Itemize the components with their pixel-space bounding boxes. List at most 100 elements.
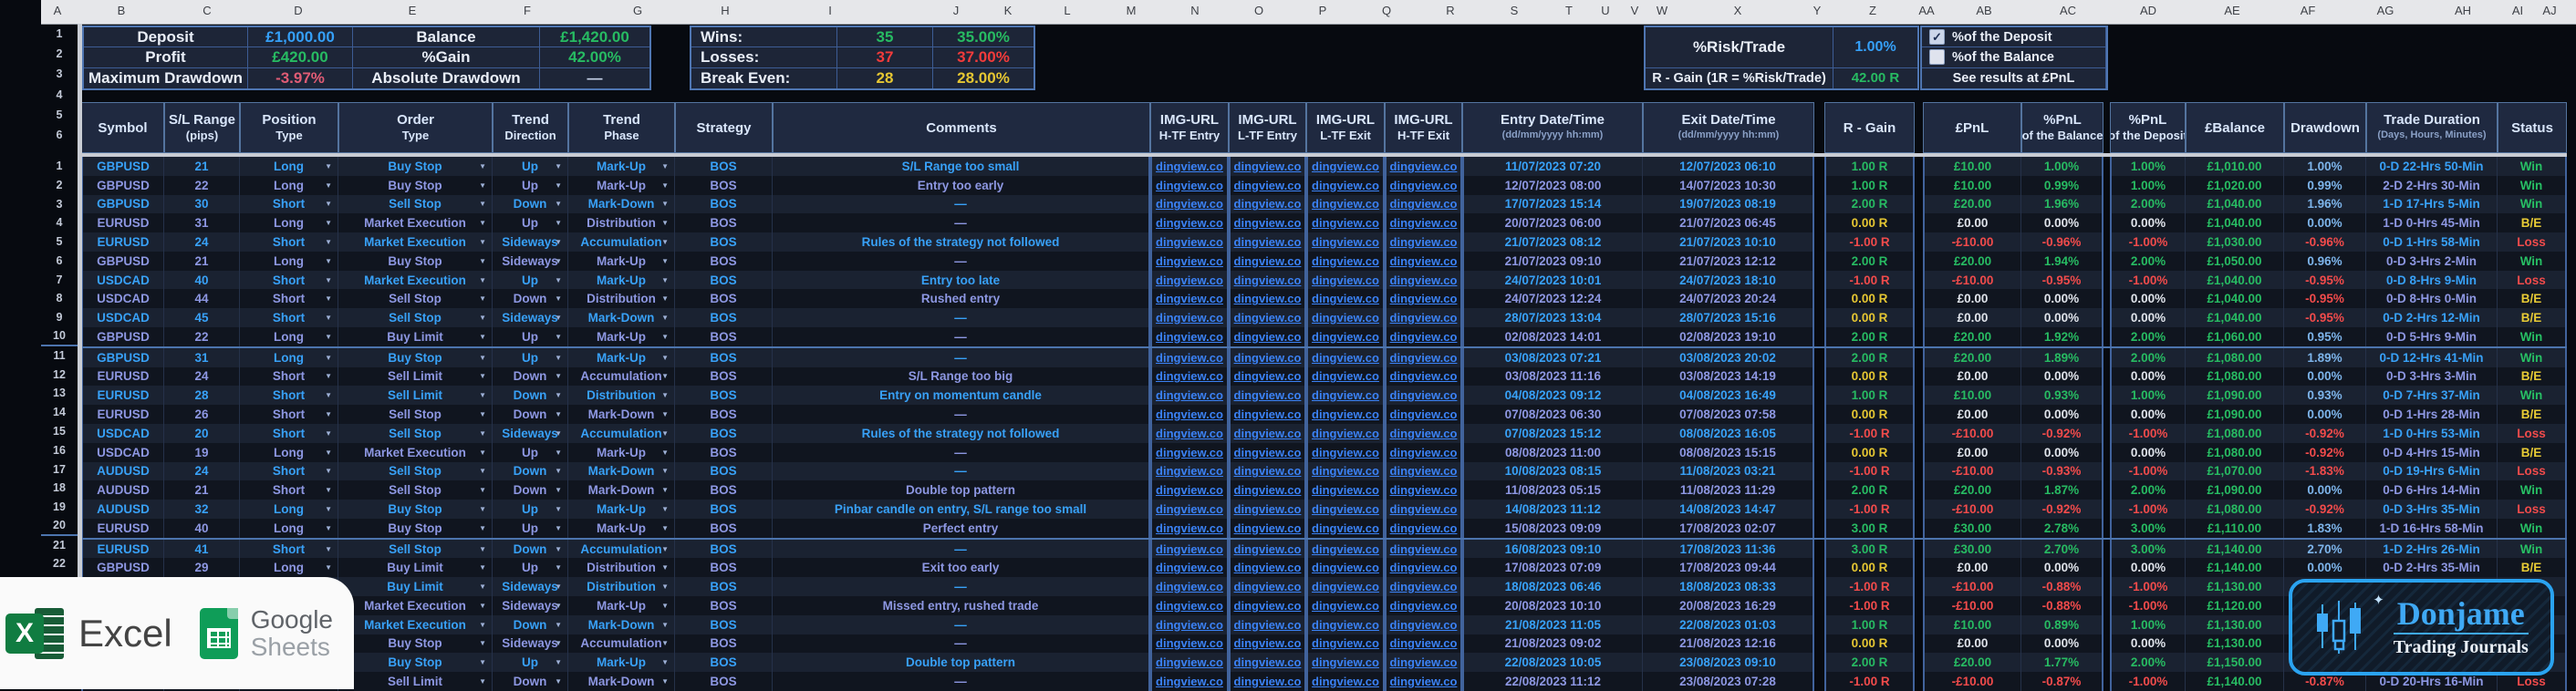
cell-img-url-ltf-exit[interactable]: dingview.co bbox=[1306, 480, 1385, 500]
image-link[interactable]: dingview.co bbox=[1156, 160, 1223, 173]
cell-trend-direction[interactable]: Down ▼ bbox=[493, 461, 568, 481]
cell-img-url-htf-exit[interactable]: dingview.co bbox=[1385, 327, 1462, 346]
image-link[interactable]: dingview.co bbox=[1234, 254, 1302, 268]
dropdown-arrow-icon[interactable]: ▼ bbox=[555, 639, 562, 647]
image-link[interactable]: dingview.co bbox=[1234, 483, 1302, 497]
cell-img-url-htf-exit[interactable]: dingview.co bbox=[1385, 614, 1462, 634]
image-link[interactable]: dingview.co bbox=[1156, 427, 1223, 440]
cell-img-url-htf-entry[interactable]: dingview.co bbox=[1150, 614, 1229, 634]
image-link[interactable]: dingview.co bbox=[1312, 351, 1379, 365]
cell-trend-phase[interactable]: Mark-Up ▼ bbox=[568, 270, 675, 290]
cell-trend-phase[interactable]: Distribution ▼ bbox=[568, 289, 675, 309]
cell-trend-phase[interactable]: Mark-Up ▼ bbox=[568, 157, 675, 176]
cell-trend-direction[interactable]: Up ▼ bbox=[493, 175, 568, 195]
cell-img-url-htf-entry[interactable]: dingview.co bbox=[1150, 442, 1229, 462]
cell-img-url-htf-entry[interactable]: dingview.co bbox=[1150, 270, 1229, 290]
dropdown-arrow-icon[interactable]: ▼ bbox=[661, 276, 669, 284]
cell-trend-phase[interactable]: Accumulation ▼ bbox=[568, 423, 675, 443]
dropdown-arrow-icon[interactable]: ▼ bbox=[555, 563, 562, 572]
image-link[interactable]: dingview.co bbox=[1312, 254, 1379, 268]
cell-trend-phase[interactable]: Mark-Down ▼ bbox=[568, 308, 675, 328]
dropdown-arrow-icon[interactable]: ▼ bbox=[555, 314, 562, 322]
image-link[interactable]: dingview.co bbox=[1156, 369, 1223, 383]
image-link[interactable]: dingview.co bbox=[1390, 273, 1458, 287]
cell-trend-phase[interactable]: Mark-Up ▼ bbox=[568, 653, 675, 673]
dropdown-arrow-icon[interactable]: ▼ bbox=[555, 583, 562, 591]
cell-order-type[interactable]: Market Execution ▼ bbox=[338, 442, 493, 462]
cell-img-url-htf-entry[interactable]: dingview.co bbox=[1150, 577, 1229, 596]
cell-trend-phase[interactable]: Mark-Down ▼ bbox=[568, 405, 675, 424]
image-link[interactable]: dingview.co bbox=[1390, 197, 1458, 211]
cell-img-url-ltf-exit[interactable]: dingview.co bbox=[1306, 442, 1385, 462]
cell-img-url-htf-exit[interactable]: dingview.co bbox=[1385, 386, 1462, 406]
cell-trend-direction[interactable]: Down ▼ bbox=[493, 405, 568, 424]
dropdown-arrow-icon[interactable]: ▼ bbox=[555, 486, 562, 494]
cell-img-url-ltf-entry[interactable]: dingview.co bbox=[1229, 595, 1306, 615]
image-link[interactable]: dingview.co bbox=[1234, 464, 1302, 478]
image-link[interactable]: dingview.co bbox=[1234, 292, 1302, 305]
image-link[interactable]: dingview.co bbox=[1234, 369, 1302, 383]
image-link[interactable]: dingview.co bbox=[1234, 330, 1302, 344]
cell-img-url-htf-entry[interactable]: dingview.co bbox=[1150, 232, 1229, 252]
cell-order-type[interactable]: Buy Stop ▼ bbox=[338, 518, 493, 538]
dropdown-arrow-icon[interactable]: ▼ bbox=[479, 505, 486, 513]
image-link[interactable]: dingview.co bbox=[1234, 179, 1302, 192]
dropdown-arrow-icon[interactable]: ▼ bbox=[479, 467, 486, 475]
cell-img-url-ltf-entry[interactable]: dingview.co bbox=[1229, 405, 1306, 424]
image-link[interactable]: dingview.co bbox=[1156, 254, 1223, 268]
image-link[interactable]: dingview.co bbox=[1312, 216, 1379, 230]
dropdown-arrow-icon[interactable]: ▼ bbox=[325, 524, 332, 532]
cell-trend-direction[interactable]: Up ▼ bbox=[493, 270, 568, 290]
cell-img-url-htf-exit[interactable]: dingview.co bbox=[1385, 405, 1462, 424]
cell-img-url-htf-entry[interactable]: dingview.co bbox=[1150, 213, 1229, 233]
dropdown-arrow-icon[interactable]: ▼ bbox=[661, 391, 669, 399]
dropdown-arrow-icon[interactable]: ▼ bbox=[479, 602, 486, 610]
image-link[interactable]: dingview.co bbox=[1156, 580, 1223, 593]
cell-position-type[interactable]: Short▼ bbox=[240, 480, 338, 500]
image-link[interactable]: dingview.co bbox=[1234, 427, 1302, 440]
image-link[interactable]: dingview.co bbox=[1312, 197, 1379, 211]
cell-trend-phase[interactable]: Distribution ▼ bbox=[568, 213, 675, 233]
cell-img-url-ltf-exit[interactable]: dingview.co bbox=[1306, 232, 1385, 252]
image-link[interactable]: dingview.co bbox=[1234, 351, 1302, 365]
image-link[interactable]: dingview.co bbox=[1390, 388, 1458, 402]
cell-order-type[interactable]: Buy Limit ▼ bbox=[338, 327, 493, 346]
image-link[interactable]: dingview.co bbox=[1390, 655, 1458, 669]
dropdown-arrow-icon[interactable]: ▼ bbox=[325, 238, 332, 246]
image-link[interactable]: dingview.co bbox=[1390, 160, 1458, 173]
cell-img-url-htf-exit[interactable]: dingview.co bbox=[1385, 595, 1462, 615]
cell-img-url-ltf-entry[interactable]: dingview.co bbox=[1229, 672, 1306, 691]
cell-position-type[interactable]: Short▼ bbox=[240, 461, 338, 481]
dropdown-arrow-icon[interactable]: ▼ bbox=[555, 621, 562, 629]
image-link[interactable]: dingview.co bbox=[1312, 369, 1379, 383]
cell-img-url-ltf-entry[interactable]: dingview.co bbox=[1229, 461, 1306, 481]
cell-trend-direction[interactable]: Up ▼ bbox=[493, 157, 568, 176]
cell-img-url-ltf-exit[interactable]: dingview.co bbox=[1306, 251, 1385, 271]
image-link[interactable]: dingview.co bbox=[1390, 179, 1458, 192]
image-link[interactable]: dingview.co bbox=[1234, 216, 1302, 230]
dropdown-arrow-icon[interactable]: ▼ bbox=[325, 219, 332, 227]
cell-order-type[interactable]: Buy Stop ▼ bbox=[338, 634, 493, 654]
cell-order-type[interactable]: Buy Stop ▼ bbox=[338, 500, 493, 519]
cell-img-url-ltf-exit[interactable]: dingview.co bbox=[1306, 577, 1385, 596]
cell-trend-direction[interactable]: Up ▼ bbox=[493, 653, 568, 673]
dropdown-arrow-icon[interactable]: ▼ bbox=[661, 429, 669, 438]
dropdown-arrow-icon[interactable]: ▼ bbox=[661, 505, 669, 513]
cell-img-url-ltf-entry[interactable]: dingview.co bbox=[1229, 518, 1306, 538]
cell-order-type[interactable]: Market Execution ▼ bbox=[338, 213, 493, 233]
cell-img-url-htf-entry[interactable]: dingview.co bbox=[1150, 480, 1229, 500]
dropdown-arrow-icon[interactable]: ▼ bbox=[479, 257, 486, 265]
cell-trend-direction[interactable]: Up ▼ bbox=[493, 558, 568, 578]
cell-img-url-htf-entry[interactable]: dingview.co bbox=[1150, 558, 1229, 578]
image-link[interactable]: dingview.co bbox=[1156, 675, 1223, 688]
image-link[interactable]: dingview.co bbox=[1234, 580, 1302, 593]
cell-img-url-ltf-exit[interactable]: dingview.co bbox=[1306, 157, 1385, 176]
image-link[interactable]: dingview.co bbox=[1390, 618, 1458, 632]
cell-position-type[interactable]: Short▼ bbox=[240, 308, 338, 328]
image-link[interactable]: dingview.co bbox=[1312, 599, 1379, 613]
cell-trend-direction[interactable]: Up ▼ bbox=[493, 347, 568, 367]
dropdown-arrow-icon[interactable]: ▼ bbox=[661, 333, 669, 341]
cell-img-url-ltf-exit[interactable]: dingview.co bbox=[1306, 327, 1385, 346]
image-link[interactable]: dingview.co bbox=[1156, 197, 1223, 211]
cell-trend-phase[interactable]: Accumulation ▼ bbox=[568, 634, 675, 654]
